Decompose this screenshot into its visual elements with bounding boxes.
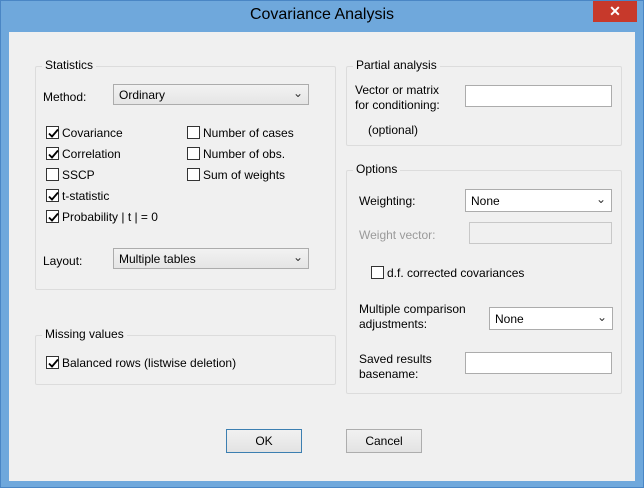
number-of-cases-label: Number of cases: [203, 126, 294, 140]
sum-of-weights-checkbox[interactable]: [187, 168, 200, 181]
missing-values-group-title: Missing values: [42, 327, 127, 341]
dialog-window: Covariance Analysis ✕ Statistics Method:…: [0, 0, 644, 488]
sscp-label: SSCP: [62, 168, 95, 182]
checkmark-icon: [48, 191, 59, 201]
weight-vector-input: [469, 222, 612, 244]
vector-label-line1: Vector or matrix: [355, 83, 440, 97]
sscp-checkbox[interactable]: [46, 168, 59, 181]
options-group-title: Options: [353, 162, 401, 176]
close-button[interactable]: ✕: [593, 1, 637, 22]
saved-results-basename-input[interactable]: [465, 352, 612, 374]
saved-results-label-line1: Saved results: [359, 352, 432, 366]
multiple-comparison-label-line2: adjustments:: [359, 317, 428, 331]
optional-label: (optional): [368, 123, 419, 137]
probability-checkbox[interactable]: [46, 210, 59, 223]
statistics-group-title: Statistics: [42, 58, 97, 72]
cancel-button[interactable]: Cancel: [346, 429, 422, 453]
df-corrected-label: d.f. corrected covariances: [387, 266, 525, 280]
weighting-select[interactable]: None ⌄: [465, 189, 612, 212]
probability-label: Probability | t | = 0: [62, 210, 158, 224]
chevron-down-icon: ⌄: [596, 310, 607, 324]
method-select[interactable]: Ordinary ⌄: [113, 84, 309, 105]
title-bar[interactable]: Covariance Analysis ✕: [1, 1, 643, 31]
balanced-rows-label: Balanced rows (listwise deletion): [62, 356, 237, 370]
number-of-obs-label: Number of obs.: [203, 147, 286, 161]
chevron-down-icon: ⌄: [292, 250, 303, 264]
dialog-title: Covariance Analysis: [249, 6, 395, 23]
saved-results-label-line2: basename:: [359, 367, 419, 381]
weight-vector-label: Weight vector:: [359, 228, 436, 242]
method-label: Method:: [43, 90, 87, 104]
multiple-comparison-select-value: None: [495, 312, 524, 326]
correlation-label: Correlation: [62, 147, 121, 161]
t-statistic-checkbox[interactable]: [46, 189, 59, 202]
weighting-label: Weighting:: [359, 194, 416, 208]
t-statistic-label: t-statistic: [62, 189, 110, 203]
partial-analysis-group-title: Partial analysis: [353, 58, 440, 72]
method-select-value: Ordinary: [119, 88, 166, 102]
weighting-select-value: None: [471, 194, 500, 208]
chevron-down-icon: ⌄: [292, 86, 303, 100]
correlation-checkbox[interactable]: [46, 147, 59, 160]
layout-select[interactable]: Multiple tables ⌄: [113, 248, 309, 269]
vector-label-line2: for conditioning:: [355, 98, 440, 112]
balanced-rows-checkbox[interactable]: [46, 356, 59, 369]
dialog-body: Statistics Method: Ordinary ⌄ Covariance…: [9, 32, 635, 481]
multiple-comparison-select[interactable]: None ⌄: [489, 307, 613, 330]
conditioning-vector-input[interactable]: [465, 85, 612, 107]
checkmark-icon: [48, 149, 59, 159]
covariance-checkbox[interactable]: [46, 126, 59, 139]
ok-button[interactable]: OK: [226, 429, 302, 453]
layout-label: Layout:: [43, 254, 83, 268]
number-of-cases-checkbox[interactable]: [187, 126, 200, 139]
checkmark-icon: [48, 358, 59, 368]
checkmark-icon: [48, 128, 59, 138]
close-icon: ✕: [609, 3, 621, 19]
layout-select-value: Multiple tables: [119, 252, 196, 266]
number-of-obs-checkbox[interactable]: [187, 147, 200, 160]
sum-of-weights-label: Sum of weights: [203, 168, 286, 182]
multiple-comparison-label-line1: Multiple comparison: [359, 302, 466, 316]
covariance-label: Covariance: [62, 126, 123, 140]
chevron-down-icon: ⌄: [595, 192, 606, 206]
checkmark-icon: [48, 212, 59, 222]
df-corrected-checkbox[interactable]: [371, 266, 384, 279]
